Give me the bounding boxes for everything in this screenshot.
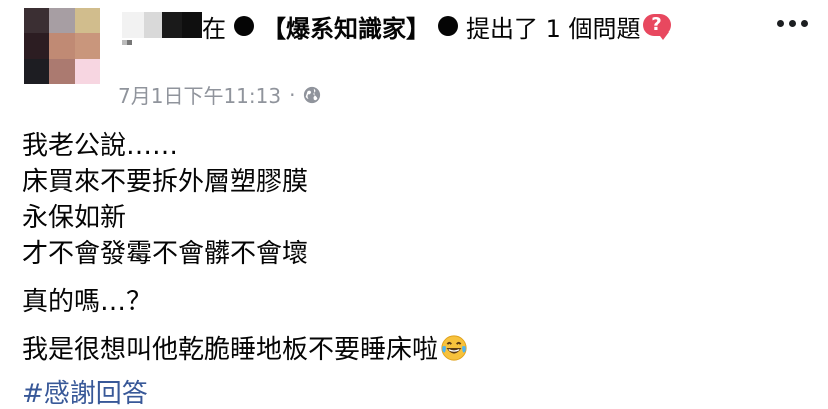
hashtag-link[interactable]: #感謝回答 — [22, 376, 148, 409]
post-paragraph-2: 真的嗎…？ — [22, 284, 152, 320]
laughing-tears-emoji-icon — [441, 335, 467, 361]
meta-separator: · — [289, 82, 296, 107]
more-options-button[interactable] — [777, 20, 808, 27]
header-action: 提出了 1 個問題 — [466, 14, 641, 43]
post-card: 在 【爆系知識家】 提出了 1 個問題 ? 7月1日下午11:13 · 我老公說… — [0, 0, 828, 409]
question-badge-icon: ? — [642, 14, 671, 40]
author-name-redacted-fragment — [122, 40, 132, 46]
avatar[interactable] — [24, 8, 100, 84]
more-dots-icon — [777, 20, 784, 27]
post-line: 才不會發霉不會髒不會壞 — [22, 239, 309, 269]
post-line: 真的嗎…？ — [22, 287, 153, 317]
author-name-redacted[interactable] — [122, 10, 202, 40]
post-meta: 7月1日下午11:13 · — [118, 80, 321, 109]
group-dot-icon — [234, 16, 254, 36]
post-line: 我是很想叫他乾脆睡地板不要睡床啦 — [22, 332, 468, 368]
post-line: 床買來不要拆外層塑膠膜 — [22, 167, 309, 197]
header-preposition: 在 — [202, 14, 226, 43]
post-line-text: 我是很想叫他乾脆睡地板不要睡床啦 — [22, 335, 439, 365]
action-dot-icon — [438, 16, 458, 36]
globe-icon[interactable] — [303, 86, 321, 104]
post-paragraph-1: 我老公說…… 床買來不要拆外層塑膠膜 永保如新 才不會發霉不會髒不會壞 — [22, 128, 308, 272]
post-line: 我老公說…… — [22, 131, 179, 161]
timestamp-link[interactable]: 7月1日下午11:13 — [118, 80, 281, 109]
post-paragraph-3: 我是很想叫他乾脆睡地板不要睡床啦 — [22, 332, 468, 368]
group-name-link[interactable]: 【爆系知識家】 — [262, 9, 430, 44]
post-line: 永保如新 — [22, 203, 127, 233]
post-header: 在 【爆系知識家】 提出了 1 個問題 ? — [202, 9, 671, 44]
